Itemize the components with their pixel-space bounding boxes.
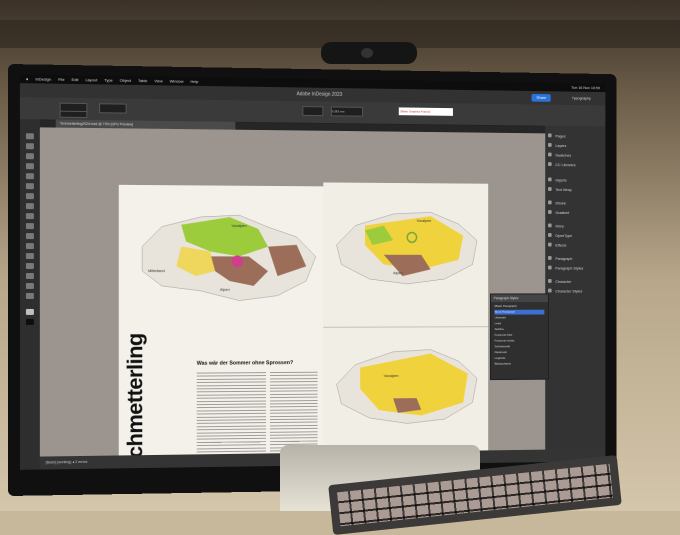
zoom-tool-icon[interactable] xyxy=(25,292,34,299)
style-item[interactable]: Randnotiz xyxy=(495,350,545,355)
panel-effects[interactable]: Effects xyxy=(547,241,566,250)
effects-icon xyxy=(547,242,552,247)
paragraph-styles-panel: Paragraph Styles [Basic Paragraph] Block… xyxy=(490,293,549,381)
screen: ● InDesign File Edit Layout Type Object … xyxy=(19,74,606,470)
monitor: ● InDesign File Edit Layout Type Object … xyxy=(8,64,617,496)
menu-layout[interactable]: Layout xyxy=(85,77,97,82)
story-icon xyxy=(547,223,552,228)
panel-cc-libraries[interactable]: CC Libraries xyxy=(547,160,576,169)
selection-tool-icon[interactable] xyxy=(25,133,34,140)
style-item[interactable]: Subline xyxy=(495,327,545,332)
article-headline: Was wär der Sommer ohne Sprossen? xyxy=(196,360,294,367)
style-item[interactable]: Legende xyxy=(495,356,545,361)
direct-selection-tool-icon[interactable] xyxy=(25,143,34,150)
menu-edit[interactable]: Edit xyxy=(72,77,79,82)
map-switzerland-top-right[interactable]: Voralpen Alpen xyxy=(327,186,486,293)
menu-app[interactable]: InDesign xyxy=(35,76,51,81)
style-item[interactable]: Fussnote rechts xyxy=(495,338,545,343)
map-label-voralpen: Voralpen xyxy=(417,218,432,223)
share-button[interactable]: Share xyxy=(531,93,551,102)
style-item[interactable]: Bildnachweis xyxy=(495,361,545,366)
workspace-switcher[interactable]: Typography xyxy=(572,94,591,102)
pencil-tool-icon[interactable] xyxy=(25,203,34,210)
menu-window[interactable]: Window xyxy=(170,79,184,84)
map-label-voralpen: Voralpen xyxy=(384,373,399,378)
vertical-title: Schmetterling xyxy=(122,333,148,470)
style-item[interactable]: [Basic Paragraph] xyxy=(495,304,545,309)
swatches-icon xyxy=(547,152,552,157)
panel-dock: Pages Layers Swatches CC Libraries Glyph… xyxy=(545,125,606,450)
panel-character-styles[interactable]: Character Styles xyxy=(547,287,582,296)
eyedropper-tool-icon[interactable] xyxy=(25,273,34,280)
gradient-icon xyxy=(547,210,552,214)
stroke-weight-field[interactable] xyxy=(302,106,324,117)
webcam-lens xyxy=(361,48,373,58)
scissors-tool-icon[interactable] xyxy=(25,233,34,240)
layers-icon xyxy=(547,142,552,147)
panel-paragraph-styles[interactable]: Paragraph Styles xyxy=(547,264,583,273)
paragraph-icon xyxy=(547,256,552,260)
map-label-alpen: Alpen xyxy=(393,270,403,275)
opentype-icon xyxy=(547,233,552,237)
gap-tool-icon[interactable] xyxy=(25,163,34,170)
type-tool-icon[interactable] xyxy=(25,173,34,180)
panel-gradient[interactable]: Gradient xyxy=(547,208,569,217)
map-label-alpen: Alpen xyxy=(220,287,230,292)
pages-icon xyxy=(547,133,552,138)
map-pink-marker xyxy=(231,255,244,268)
w-field[interactable] xyxy=(99,103,127,114)
character-icon xyxy=(547,279,552,283)
libraries-icon xyxy=(547,162,552,167)
note-tool-icon[interactable] xyxy=(25,263,34,270)
panel-stroke[interactable]: Stroke xyxy=(547,199,566,208)
panel-pages[interactable]: Pages xyxy=(547,132,566,141)
panel-character[interactable]: Character xyxy=(547,277,571,286)
menu-view[interactable]: View xyxy=(154,78,162,83)
glyphs-icon xyxy=(547,177,552,182)
hand-tool-icon[interactable] xyxy=(25,282,34,289)
transform-tool-icon[interactable] xyxy=(25,243,34,250)
fill-swatch-icon[interactable] xyxy=(25,308,34,315)
object-style-field[interactable]: [Basic Graphics Frame] xyxy=(398,107,453,116)
textwrap-icon xyxy=(547,187,552,191)
y-field[interactable] xyxy=(59,110,88,119)
style-item[interactable]: Schlusszeile xyxy=(495,344,545,349)
stroke-size-field[interactable]: 0.283 mm xyxy=(330,106,364,117)
tools-panel xyxy=(19,119,40,470)
menu-table[interactable]: Table xyxy=(138,78,147,83)
menu-object[interactable]: Object xyxy=(120,78,131,83)
apple-icon[interactable]: ● xyxy=(26,76,28,81)
gradient-tool-icon[interactable] xyxy=(25,253,34,260)
panel-text-wrap[interactable]: Text Wrap xyxy=(547,185,572,194)
map-switzerland-bottom-right[interactable]: Voralpen xyxy=(327,330,486,438)
map-label-mittelland: Mittelland xyxy=(148,268,165,273)
rectangle-frame-tool-icon[interactable] xyxy=(25,213,34,220)
panel-paragraph[interactable]: Paragraph xyxy=(547,254,572,263)
paragraph-styles-header[interactable]: Paragraph Styles xyxy=(490,294,548,303)
panel-swatches[interactable]: Swatches xyxy=(547,151,571,160)
rectangle-tool-icon[interactable] xyxy=(25,223,34,230)
panel-glyphs[interactable]: Glyphs xyxy=(547,176,567,185)
pen-tool-icon[interactable] xyxy=(25,193,34,200)
panel-layers[interactable]: Layers xyxy=(547,141,566,150)
style-item[interactable]: Lead xyxy=(495,321,545,326)
stroke-icon xyxy=(547,200,552,205)
map-label-voralpen: Voralpen xyxy=(231,223,246,228)
style-item[interactable]: Fussnote links xyxy=(495,333,545,338)
menu-type[interactable]: Type xyxy=(104,78,113,83)
panel-opentype[interactable]: OpenType xyxy=(547,231,572,240)
page-tool-icon[interactable] xyxy=(25,153,34,160)
app-title: Adobe InDesign 2023 xyxy=(296,91,343,98)
character-styles-icon xyxy=(547,288,552,293)
style-item[interactable]: Untertitel xyxy=(495,315,545,320)
paragraph-styles-icon xyxy=(547,265,552,270)
map-switzerland-large[interactable]: Mittelland Voralpen Alpen xyxy=(123,187,324,306)
stroke-swatch-icon[interactable] xyxy=(25,318,34,325)
panel-story[interactable]: Story xyxy=(547,222,564,231)
line-tool-icon[interactable] xyxy=(25,183,34,190)
menu-file[interactable]: File xyxy=(58,77,64,82)
style-item-selected[interactable]: Block Paragraph xyxy=(494,309,545,315)
webcam xyxy=(321,42,417,64)
menu-help[interactable]: Help xyxy=(190,79,198,84)
